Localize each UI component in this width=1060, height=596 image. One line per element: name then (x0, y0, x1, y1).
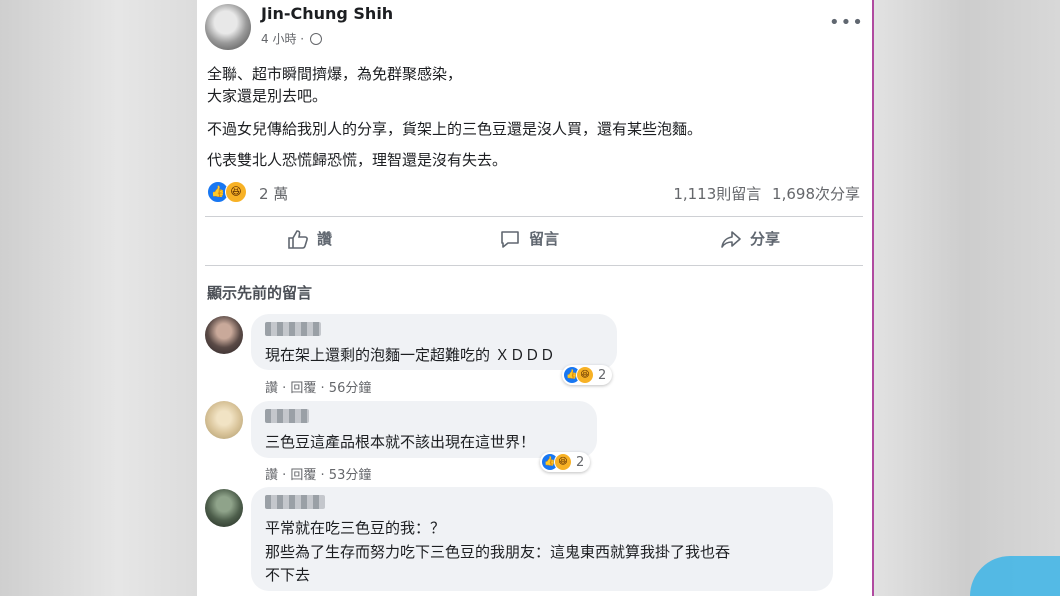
commenter-avatar[interactable] (205, 316, 243, 354)
haha-reaction-icon: 😆 (225, 181, 247, 203)
shares-count[interactable]: 1,698次分享 (772, 185, 860, 203)
commenter-name-blurred[interactable] (265, 322, 321, 336)
reaction-count[interactable]: 2 萬 (259, 183, 288, 204)
comment-icon (501, 230, 519, 248)
like-label: 讚 (317, 230, 333, 248)
frame-edge (872, 0, 874, 596)
commenter-name-blurred[interactable] (265, 409, 309, 423)
globe-icon (309, 32, 322, 45)
blurred-background-left (0, 0, 197, 596)
share-label: 分享 (750, 230, 781, 248)
comment-reaction-count: 2 (598, 367, 607, 383)
comment-bubble: 平常就在吃三色豆的我：？ 那些為了生存而努力吃下三色豆的我朋友：這鬼東西就算我掛… (251, 487, 833, 591)
thumbs-up-icon (288, 229, 308, 249)
commenter-avatar[interactable] (205, 489, 243, 527)
facebook-post: Jin-Chung Shih 4 小時 · ••• 全聯、超市瞬間擠爆，為免群聚… (197, 0, 872, 596)
author-avatar[interactable] (205, 4, 251, 50)
post-time[interactable]: 4 小時 · (261, 32, 304, 46)
comment-bubble: 三色豆這產品根本就不該出現在這世界！ (251, 401, 597, 458)
comment-button[interactable]: 留言 (499, 228, 559, 249)
comments-count[interactable]: 1,113則留言 (673, 185, 761, 203)
comment-text: 那些為了生存而努力吃下三色豆的我朋友：這鬼東西就算我掛了我也吞 (265, 543, 731, 561)
comment-reactions[interactable]: 👍 😆 2 (562, 365, 613, 385)
share-icon (721, 230, 741, 248)
commenter-avatar[interactable] (205, 401, 243, 439)
show-previous-comments-link[interactable]: 顯示先前的留言 (207, 282, 312, 303)
comment-text: 現在架上還剩的泡麵一定超難吃的 ＸＤＤＤ (265, 346, 555, 364)
commenter-name-blurred[interactable] (265, 495, 325, 509)
comment-label: 留言 (529, 230, 560, 248)
post-stats: 1,113則留言 1,698次分享 (673, 183, 860, 204)
blurred-background-right (873, 0, 1060, 596)
reaction-icons[interactable]: 👍 😆 (207, 181, 251, 203)
comment-reaction-count: 2 (576, 454, 585, 470)
post-text-line: 大家還是別去吧。 (207, 87, 328, 105)
post-text-line: 代表雙北人恐慌歸恐慌，理智還是沒有失去。 (207, 151, 508, 169)
comment-text: 平常就在吃三色豆的我：？ (265, 519, 446, 537)
author-name[interactable]: Jin-Chung Shih (261, 4, 393, 23)
comment-text: 不下去 (265, 566, 311, 584)
more-options-icon[interactable]: ••• (829, 12, 864, 33)
haha-reaction-icon: 😆 (554, 453, 572, 471)
post-meta: 4 小時 · (261, 30, 322, 47)
comment-text: 三色豆這產品根本就不該出現在這世界！ (265, 433, 536, 451)
post-text-line: 不過女兒傳給我別人的分享，貨架上的三色豆還是沒人買，還有某些泡麵。 (207, 120, 703, 138)
share-button[interactable]: 分享 (720, 228, 780, 249)
post-text-line: 全聯、超市瞬間擠爆，為免群聚感染， (207, 65, 463, 83)
haha-reaction-icon: 😆 (576, 366, 594, 384)
comment-bubble: 現在架上還剩的泡麵一定超難吃的 ＸＤＤＤ (251, 314, 617, 370)
divider (205, 216, 863, 217)
like-button[interactable]: 讚 (287, 228, 332, 249)
comment-actions[interactable]: 讚 · 回覆 · 53分鐘 (265, 464, 371, 483)
blurred-logo (970, 556, 1060, 596)
comment-actions[interactable]: 讚 · 回覆 · 56分鐘 (265, 377, 371, 396)
divider (205, 265, 863, 266)
comment-reactions[interactable]: 👍 😆 2 (540, 452, 591, 472)
